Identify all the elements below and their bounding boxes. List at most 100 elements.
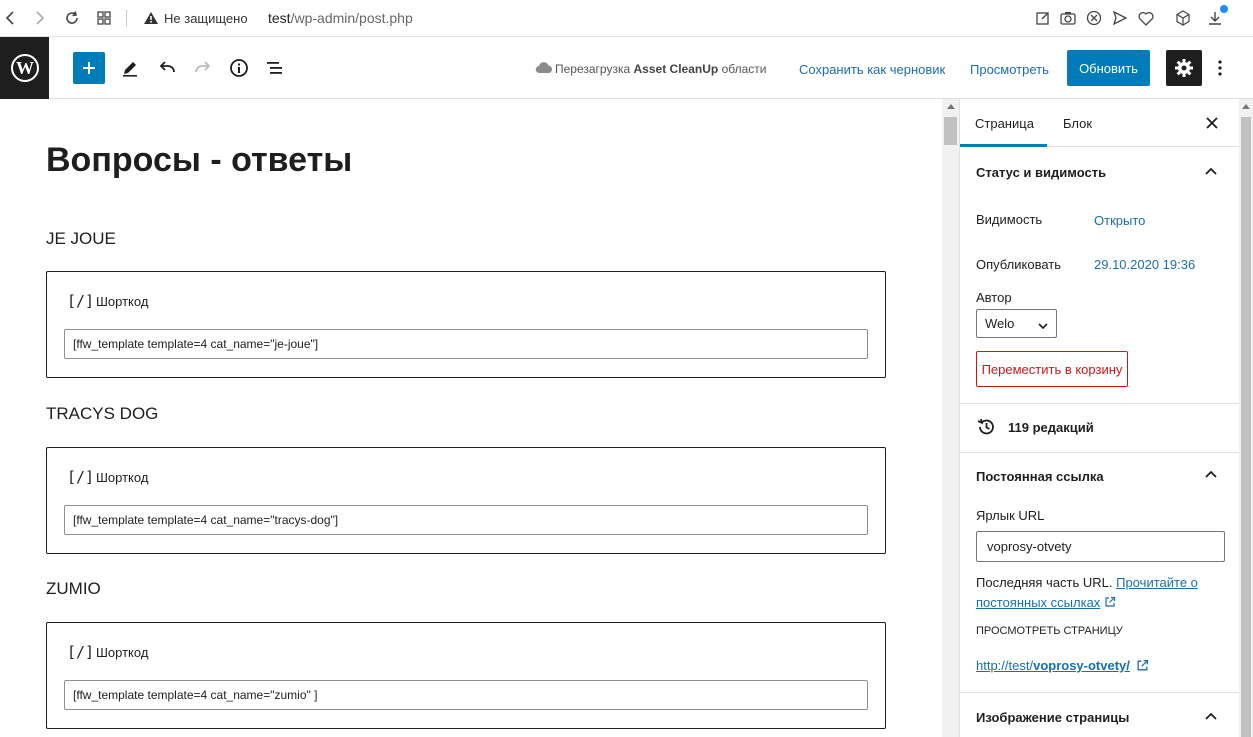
read-about-link[interactable]: Прочитайте о [1116, 575, 1198, 590]
active-tab-indicator [960, 144, 1047, 147]
info-icon[interactable] [227, 56, 251, 80]
shortcode-block[interactable]: [/] Шорткод [ffw_template template=4 cat… [46, 447, 886, 554]
edit-page-icon[interactable] [1034, 9, 1052, 27]
cloud-plugin: Asset CleanUp [633, 62, 719, 76]
shortcode-icon: [/] [67, 468, 95, 486]
visibility-toggle[interactable]: Открыто [1094, 213, 1145, 228]
url-host: test [268, 10, 291, 26]
update-button[interactable]: Обновить [1067, 50, 1150, 86]
publish-label: Опубликовать [976, 257, 1062, 272]
shortcode-input[interactable]: [ffw_template template=4 cat_name="tracy… [64, 505, 868, 535]
download-badge [1220, 5, 1228, 13]
section-heading[interactable]: TRACYS DOG [46, 404, 158, 424]
shortcode-block[interactable]: [/] Шорткод [ffw_template template=4 cat… [46, 271, 886, 378]
separator [126, 10, 127, 27]
forward-icon[interactable] [31, 9, 49, 27]
camera-icon[interactable] [1059, 9, 1077, 27]
scrollbar-thumb[interactable] [1241, 117, 1251, 737]
status-panel-title[interactable]: Статус и видимость [976, 165, 1106, 180]
scroll-up-icon[interactable] [1242, 104, 1250, 109]
shortcode-icon: [/] [67, 292, 95, 310]
divider [960, 692, 1239, 693]
cube-icon[interactable] [1174, 9, 1192, 27]
wordpress-logo-icon[interactable]: W [0, 37, 49, 99]
chevron-up-icon[interactable] [1203, 163, 1219, 179]
url-path: /wp-admin/post.php [290, 10, 413, 26]
revisions-link[interactable]: 119 редакций [1008, 420, 1094, 435]
cloud-suffix: области [721, 62, 767, 76]
gear-icon [1175, 59, 1193, 77]
add-block-button[interactable] [73, 52, 105, 84]
permalinks-link[interactable]: постоянных ссылках [976, 595, 1100, 610]
author-value: Welo [985, 316, 1015, 331]
redo-icon[interactable] [191, 56, 215, 80]
browser-bar: Не защищено test/wp-admin/post.php [0, 0, 1253, 37]
svg-text:W: W [16, 58, 34, 78]
warning-icon[interactable] [142, 9, 160, 27]
cloud-prefix: Перезагрузка [555, 62, 631, 76]
shortcode-icon: [/] [67, 643, 95, 661]
permalink-url[interactable]: http://test/voprosy-otvety/ [976, 658, 1130, 673]
shortcode-block[interactable]: [/] Шорткод [ffw_template template=4 cat… [46, 622, 886, 729]
visibility-label: Видимость [976, 212, 1043, 227]
shortcode-input[interactable]: [ffw_template template=4 cat_name="zumio… [64, 680, 868, 710]
divider [960, 403, 1239, 404]
settings-sidebar: Страница Блок Статус и видимость Видимос… [959, 99, 1239, 737]
plus-icon [83, 62, 95, 74]
shortcode-label: Шорткод [96, 294, 149, 309]
slug-input[interactable]: voprosy-otvety [976, 531, 1225, 562]
sidebar-scrollbar[interactable] [1239, 99, 1253, 737]
list-view-icon[interactable] [263, 56, 287, 80]
help-text: Последняя часть URL. [976, 575, 1113, 590]
featured-image-panel-title[interactable]: Изображение страницы [976, 710, 1129, 725]
slug-label: Ярлык URL [976, 508, 1045, 523]
view-page-label: Просмотреть страницу [976, 625, 1123, 637]
editor-toolbar: W Перезагрузка Asset CleanUp области Сох… [0, 37, 1253, 99]
settings-button[interactable] [1166, 50, 1202, 86]
external-link-icon[interactable] [1104, 596, 1116, 608]
shortcode-input[interactable]: [ffw_template template=4 cat_name="je-jo… [64, 329, 868, 359]
publish-date-toggle[interactable]: 29.10.2020 19:36 [1094, 257, 1195, 272]
external-link-icon[interactable] [1136, 659, 1149, 672]
asset-cleanup-notice[interactable]: Перезагрузка Asset CleanUp области [555, 62, 766, 76]
scrollbar-thumb[interactable] [944, 117, 957, 145]
move-to-trash-button[interactable]: Переместить в корзину [976, 351, 1128, 387]
chevron-down-icon [1038, 318, 1048, 333]
close-icon[interactable] [1203, 114, 1221, 132]
tabs-grid-icon[interactable] [95, 9, 113, 27]
more-options-icon[interactable] [1212, 56, 1228, 80]
shortcode-label: Шорткод [96, 645, 149, 660]
editor-scrollbar[interactable] [942, 99, 959, 737]
tab-page[interactable]: Страница [975, 116, 1034, 131]
chevron-up-icon[interactable] [1203, 466, 1219, 482]
undo-icon[interactable] [155, 56, 179, 80]
back-icon[interactable] [1, 9, 19, 27]
sidebar-tabs: Страница Блок [960, 99, 1239, 147]
chevron-up-icon[interactable] [1203, 708, 1219, 724]
send-icon[interactable] [1111, 9, 1129, 27]
post-title[interactable]: Вопросы - ответы [46, 141, 352, 180]
section-heading[interactable]: ZUMIO [46, 579, 101, 599]
url-prefix: http://test/ [976, 658, 1034, 673]
cloud-icon [535, 61, 553, 79]
preview-button[interactable]: Просмотреть [970, 62, 1049, 77]
permalink-help: Последняя часть URL. Прочитайте о постоя… [976, 573, 1216, 613]
scroll-up-icon[interactable] [946, 104, 955, 109]
save-draft-button[interactable]: Сохранить как черновик [799, 62, 945, 77]
author-label: Автор [976, 290, 1012, 305]
edit-pencil-icon[interactable] [118, 56, 142, 80]
section-heading[interactable]: JE JOUE [46, 229, 116, 249]
reload-icon[interactable] [63, 9, 81, 27]
address-bar[interactable]: test/wp-admin/post.php [268, 10, 413, 26]
editor-canvas: Вопросы - ответы JE JOUE [/] Шорткод [ff… [0, 99, 942, 737]
author-select[interactable]: Welo [976, 309, 1057, 338]
url-slug: voprosy-otvety/ [1033, 658, 1130, 673]
insecure-label[interactable]: Не защищено [164, 11, 248, 26]
permalink-panel-title[interactable]: Постоянная ссылка [976, 469, 1104, 484]
block-icon[interactable] [1085, 9, 1103, 27]
heart-icon[interactable] [1137, 9, 1155, 27]
tab-block[interactable]: Блок [1063, 116, 1092, 131]
divider [960, 452, 1239, 453]
shortcode-label: Шорткод [96, 470, 149, 485]
history-icon[interactable] [976, 417, 996, 442]
